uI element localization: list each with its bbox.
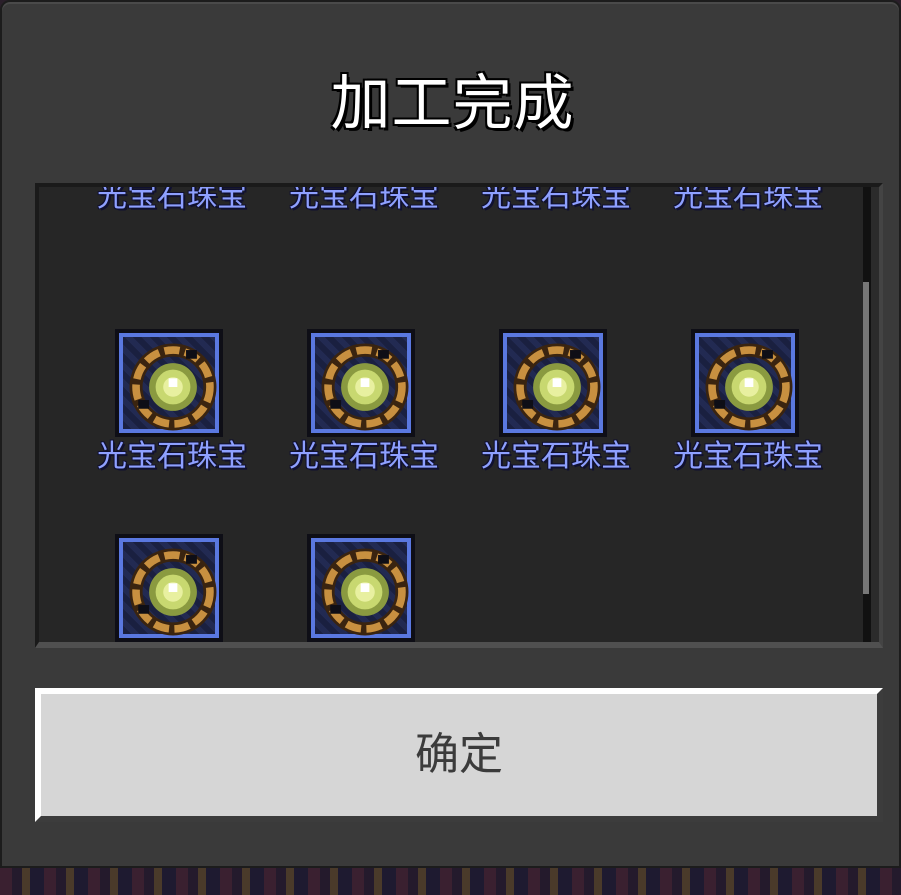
item-name-label: 光宝石珠宝 [673, 439, 823, 474]
item-slot-frame [311, 333, 411, 433]
light-gem-jewel-icon [321, 548, 409, 636]
item-cell[interactable]: 光宝石珠宝 [423, 329, 631, 509]
confirm-button[interactable]: 确定 [35, 688, 883, 822]
item-cell[interactable] [39, 534, 231, 642]
item-cell[interactable]: 光宝石珠宝 [615, 187, 823, 249]
light-gem-jewel-icon [321, 343, 409, 431]
item-cell[interactable] [231, 534, 423, 642]
background-scene [0, 866, 901, 895]
scrollbar-thumb[interactable] [863, 282, 869, 594]
light-gem-jewel-icon [705, 343, 793, 431]
light-gem-jewel-icon [513, 343, 601, 431]
item-list-panel: 光宝石珠宝 光宝石珠宝 光宝石珠宝 光宝石珠宝 光宝石珠宝 光宝石珠宝 光宝石珠宝 光宝石珠宝 [35, 183, 883, 648]
item-slot[interactable] [307, 534, 415, 642]
item-slot[interactable] [691, 329, 799, 437]
crafting-complete-dialog: 加工完成 光宝石珠宝 光宝石珠宝 光宝石珠宝 光宝石珠宝 光宝石珠宝 光宝石珠宝 光宝石珠宝… [0, 0, 901, 868]
item-name-label: 光宝石珠宝 [673, 187, 823, 214]
light-gem-jewel-icon [129, 548, 217, 636]
item-cell[interactable]: 光宝石珠宝 [615, 329, 823, 509]
item-slot-frame [311, 538, 411, 638]
item-slot-frame [119, 538, 219, 638]
light-gem-jewel-icon [129, 343, 217, 431]
item-slot[interactable] [115, 534, 223, 642]
item-list-viewport[interactable]: 光宝石珠宝 光宝石珠宝 光宝石珠宝 光宝石珠宝 光宝石珠宝 光宝石珠宝 光宝石珠宝 光宝石珠宝 [39, 187, 871, 642]
item-slot-frame [119, 333, 219, 433]
item-cell[interactable]: 光宝石珠宝 [423, 187, 631, 249]
dialog-title: 加工完成 [330, 69, 575, 139]
scrollbar-track[interactable] [863, 187, 871, 642]
item-slot-frame [695, 333, 795, 433]
item-cell[interactable]: 光宝石珠宝 [231, 187, 439, 249]
item-cell[interactable]: 光宝石珠宝 [39, 187, 247, 249]
item-slot[interactable] [307, 329, 415, 437]
item-cell[interactable]: 光宝石珠宝 [231, 329, 439, 509]
item-cell[interactable]: 光宝石珠宝 [39, 329, 247, 509]
item-slot[interactable] [115, 329, 223, 437]
item-slot[interactable] [499, 329, 607, 437]
item-slot-frame [503, 333, 603, 433]
